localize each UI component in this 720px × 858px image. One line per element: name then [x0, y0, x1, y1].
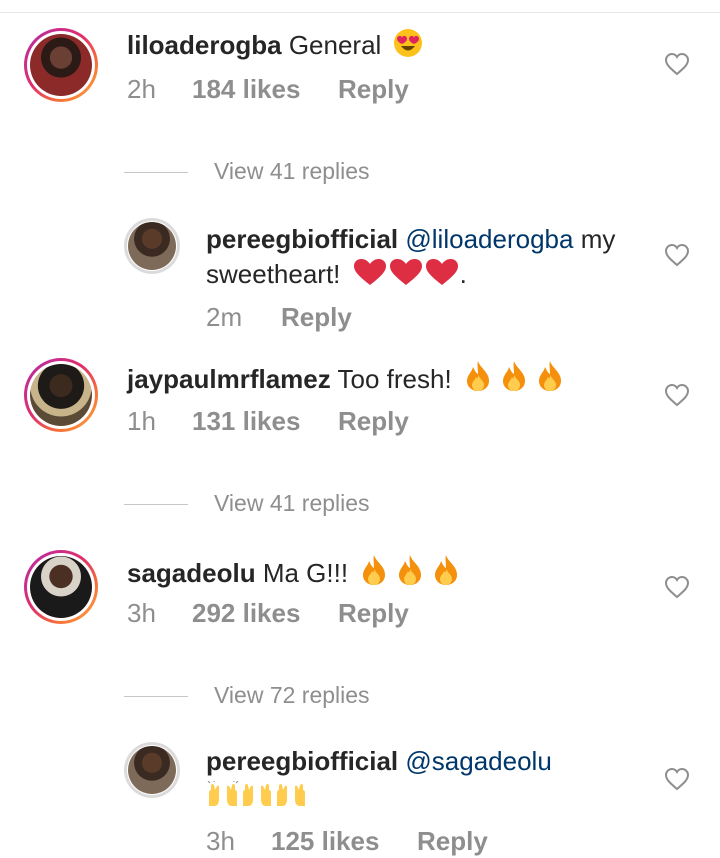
view-replies-label[interactable]: View 41 replies	[214, 490, 370, 517]
like-heart-icon[interactable]	[664, 767, 690, 791]
like-heart-icon[interactable]	[664, 575, 690, 599]
reply-button[interactable]: Reply	[281, 302, 352, 333]
comment-time: 2m	[206, 302, 243, 332]
raising-hands-emoji-icon	[207, 780, 239, 806]
comment-time: 1h	[127, 406, 156, 436]
avatar-jaypaulmrflamez[interactable]	[24, 358, 98, 432]
comment-meta: 2h 184 likes Reply	[127, 74, 527, 106]
like-heart-icon[interactable]	[664, 52, 690, 76]
view-replies-button[interactable]: View 72 replies	[124, 682, 424, 710]
comment-meta: 3h 292 likes Reply	[127, 598, 527, 630]
likes-count[interactable]: 125 likes	[271, 826, 379, 857]
mention-link[interactable]: @liloaderogba	[405, 224, 573, 254]
mention-link[interactable]: @sagadeolu	[405, 746, 551, 776]
comment-body: General	[288, 30, 382, 60]
raising-hands-emojis	[206, 780, 308, 816]
comment-text: sagadeolu Ma G!!!	[127, 554, 647, 591]
likes-count[interactable]: 292 likes	[192, 598, 300, 629]
comment-text: liloaderogba General	[127, 28, 647, 63]
comment-body-line2: sweetheart!	[206, 259, 341, 289]
heart-eyes-emoji-icon	[393, 29, 422, 57]
comment-body: Too fresh!	[337, 364, 452, 394]
comment-time: 3h	[127, 598, 156, 628]
red-heart-emoji-icon	[425, 259, 458, 285]
raising-hands-emoji-icon	[277, 784, 305, 806]
likes-count[interactable]: 131 likes	[192, 406, 300, 437]
top-divider	[0, 0, 720, 13]
fire-emoji-icon	[538, 361, 561, 391]
comment-time: 2h	[127, 74, 156, 104]
fire-emoji-icon	[399, 555, 422, 585]
raising-hands-emoji-icon	[243, 784, 271, 806]
avatar-sagadeolu[interactable]	[24, 550, 98, 624]
avatar-liloaderogba[interactable]	[24, 28, 98, 102]
fire-emoji-icon	[502, 361, 525, 391]
fire-emoji-icon	[466, 361, 489, 391]
avatar-pereegbiofficial[interactable]	[124, 218, 180, 274]
comment-time: 3h	[206, 826, 235, 856]
username[interactable]: liloaderogba	[127, 30, 282, 60]
like-heart-icon[interactable]	[664, 243, 690, 267]
comment-meta: 1h 131 likes Reply	[127, 406, 527, 438]
reply-button[interactable]: Reply	[338, 74, 409, 105]
avatar-pereegbiofficial[interactable]	[124, 742, 180, 798]
fire-emoji-icon	[435, 555, 458, 585]
reply-button[interactable]: Reply	[338, 406, 409, 437]
view-replies-button[interactable]: View 41 replies	[124, 158, 424, 186]
comment-text: pereegbiofficial @sagadeolu	[206, 744, 656, 816]
username[interactable]: sagadeolu	[127, 558, 256, 588]
like-heart-icon[interactable]	[664, 383, 690, 407]
comment-meta: 3h 125 likes Reply	[206, 826, 606, 858]
view-replies-label[interactable]: View 41 replies	[214, 158, 370, 185]
reply-button[interactable]: Reply	[417, 826, 488, 857]
red-heart-emoji-icon	[353, 259, 386, 285]
username[interactable]: pereegbiofficial	[206, 746, 398, 776]
replies-divider-line	[124, 504, 188, 505]
view-replies-button[interactable]: View 41 replies	[124, 490, 424, 518]
likes-count[interactable]: 184 likes	[192, 74, 300, 105]
comment-meta: 2m Reply	[206, 302, 506, 334]
comment-text: jaypaulmrflamez Too fresh!	[127, 360, 647, 397]
view-replies-label[interactable]: View 72 replies	[214, 682, 370, 709]
replies-divider-line	[124, 172, 188, 173]
comment-body: my	[580, 224, 616, 254]
reply-button[interactable]: Reply	[338, 598, 409, 629]
replies-divider-line	[124, 696, 188, 697]
fire-emoji-icon	[363, 555, 386, 585]
comment-text: pereegbiofficial @liloaderogba my sweeth…	[206, 222, 656, 292]
red-heart-emoji-icon	[389, 259, 422, 285]
username[interactable]: pereegbiofficial	[206, 224, 398, 254]
username[interactable]: jaypaulmrflamez	[127, 364, 331, 394]
comment-body: Ma G!!!	[262, 558, 349, 588]
comment-body-tail: .	[459, 259, 467, 289]
